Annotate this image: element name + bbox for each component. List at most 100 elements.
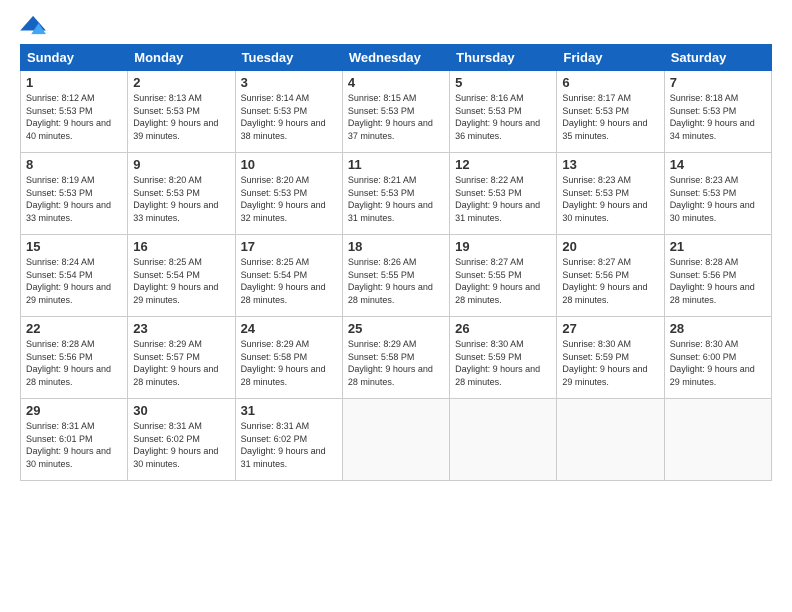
day-info: Sunrise: 8:26 AM Sunset: 5:55 PM Dayligh… <box>348 256 444 306</box>
calendar-cell: 1Sunrise: 8:12 AM Sunset: 5:53 PM Daylig… <box>21 71 128 153</box>
day-number: 29 <box>26 403 122 418</box>
weekday-header: Tuesday <box>235 45 342 71</box>
calendar-cell: 14 Sunrise: 8:23 AM Sunset: 5:53 PM Dayli… <box>664 153 771 235</box>
day-number: 8 <box>26 157 122 172</box>
day-info: Sunrise: 8:27 AM Sunset: 5:55 PM Dayligh… <box>455 256 551 306</box>
day-info: Sunrise: 8:20 AM Sunset: 5:53 PM Dayligh… <box>241 174 337 224</box>
day-info: Sunrise: 8:30 AM Sunset: 6:00 PM Dayligh… <box>670 338 766 388</box>
page: SundayMondayTuesdayWednesdayThursdayFrid… <box>0 0 792 491</box>
calendar-cell: 9 Sunrise: 8:20 AM Sunset: 5:53 PM Daylig… <box>128 153 235 235</box>
calendar-cell: 5Sunrise: 8:16 AM Sunset: 5:53 PM Daylig… <box>450 71 557 153</box>
day-info: Sunrise: 8:30 AM Sunset: 5:59 PM Dayligh… <box>562 338 658 388</box>
logo <box>20 16 52 38</box>
day-info: Sunrise: 8:20 AM Sunset: 5:53 PM Dayligh… <box>133 174 229 224</box>
day-number: 17 <box>241 239 337 254</box>
calendar-cell <box>342 399 449 481</box>
day-info: Sunrise: 8:17 AM Sunset: 5:53 PM Dayligh… <box>562 92 658 142</box>
day-number: 19 <box>455 239 551 254</box>
day-number: 22 <box>26 321 122 336</box>
day-info: Sunrise: 8:15 AM Sunset: 5:53 PM Dayligh… <box>348 92 444 142</box>
day-number: 13 <box>562 157 658 172</box>
day-number: 9 <box>133 157 229 172</box>
day-info: Sunrise: 8:24 AM Sunset: 5:54 PM Dayligh… <box>26 256 122 306</box>
day-number: 5 <box>455 75 551 90</box>
day-info: Sunrise: 8:31 AM Sunset: 6:02 PM Dayligh… <box>133 420 229 470</box>
weekday-header: Thursday <box>450 45 557 71</box>
calendar-cell: 13 Sunrise: 8:23 AM Sunset: 5:53 PM Dayli… <box>557 153 664 235</box>
calendar-cell: 17 Sunrise: 8:25 AM Sunset: 5:54 PM Dayli… <box>235 235 342 317</box>
calendar-cell: 24 Sunrise: 8:29 AM Sunset: 5:58 PM Dayli… <box>235 317 342 399</box>
day-info: Sunrise: 8:28 AM Sunset: 5:56 PM Dayligh… <box>26 338 122 388</box>
day-info: Sunrise: 8:19 AM Sunset: 5:53 PM Dayligh… <box>26 174 122 224</box>
day-number: 21 <box>670 239 766 254</box>
calendar-cell: 21 Sunrise: 8:28 AM Sunset: 5:56 PM Dayli… <box>664 235 771 317</box>
day-number: 4 <box>348 75 444 90</box>
day-info: Sunrise: 8:12 AM Sunset: 5:53 PM Dayligh… <box>26 92 122 142</box>
calendar-cell: 2 Sunrise: 8:13 AM Sunset: 5:53 PM Daylig… <box>128 71 235 153</box>
calendar-cell: 30 Sunrise: 8:31 AM Sunset: 6:02 PM Dayli… <box>128 399 235 481</box>
day-number: 16 <box>133 239 229 254</box>
day-number: 10 <box>241 157 337 172</box>
day-info: Sunrise: 8:23 AM Sunset: 5:53 PM Dayligh… <box>670 174 766 224</box>
day-info: Sunrise: 8:28 AM Sunset: 5:56 PM Dayligh… <box>670 256 766 306</box>
header-row: SundayMondayTuesdayWednesdayThursdayFrid… <box>21 45 772 71</box>
day-number: 3 <box>241 75 337 90</box>
day-info: Sunrise: 8:29 AM Sunset: 5:57 PM Dayligh… <box>133 338 229 388</box>
calendar-cell: 31Sunrise: 8:31 AM Sunset: 6:02 PM Dayli… <box>235 399 342 481</box>
calendar-week-row: 1Sunrise: 8:12 AM Sunset: 5:53 PM Daylig… <box>21 71 772 153</box>
day-info: Sunrise: 8:13 AM Sunset: 5:53 PM Dayligh… <box>133 92 229 142</box>
calendar-cell: 12Sunrise: 8:22 AM Sunset: 5:53 PM Dayli… <box>450 153 557 235</box>
logo-icon <box>20 14 48 36</box>
calendar-week-row: 15Sunrise: 8:24 AM Sunset: 5:54 PM Dayli… <box>21 235 772 317</box>
day-number: 7 <box>670 75 766 90</box>
day-info: Sunrise: 8:14 AM Sunset: 5:53 PM Dayligh… <box>241 92 337 142</box>
calendar-cell: 25 Sunrise: 8:29 AM Sunset: 5:58 PM Dayli… <box>342 317 449 399</box>
calendar-cell: 29 Sunrise: 8:31 AM Sunset: 6:01 PM Dayli… <box>21 399 128 481</box>
calendar-week-row: 29 Sunrise: 8:31 AM Sunset: 6:01 PM Dayli… <box>21 399 772 481</box>
calendar-cell: 10 Sunrise: 8:20 AM Sunset: 5:53 PM Dayli… <box>235 153 342 235</box>
calendar-cell: 11Sunrise: 8:21 AM Sunset: 5:53 PM Dayli… <box>342 153 449 235</box>
day-number: 24 <box>241 321 337 336</box>
day-number: 6 <box>562 75 658 90</box>
day-number: 23 <box>133 321 229 336</box>
calendar-cell <box>664 399 771 481</box>
day-number: 14 <box>670 157 766 172</box>
calendar-cell: 7Sunrise: 8:18 AM Sunset: 5:53 PM Daylig… <box>664 71 771 153</box>
calendar-cell: 3 Sunrise: 8:14 AM Sunset: 5:53 PM Daylig… <box>235 71 342 153</box>
day-info: Sunrise: 8:27 AM Sunset: 5:56 PM Dayligh… <box>562 256 658 306</box>
calendar-week-row: 8 Sunrise: 8:19 AM Sunset: 5:53 PM Daylig… <box>21 153 772 235</box>
day-info: Sunrise: 8:25 AM Sunset: 5:54 PM Dayligh… <box>133 256 229 306</box>
day-number: 11 <box>348 157 444 172</box>
calendar-cell: 6 Sunrise: 8:17 AM Sunset: 5:53 PM Daylig… <box>557 71 664 153</box>
day-number: 2 <box>133 75 229 90</box>
day-number: 20 <box>562 239 658 254</box>
day-number: 25 <box>348 321 444 336</box>
day-number: 28 <box>670 321 766 336</box>
calendar-cell: 16 Sunrise: 8:25 AM Sunset: 5:54 PM Dayli… <box>128 235 235 317</box>
weekday-header: Saturday <box>664 45 771 71</box>
calendar-cell: 28 Sunrise: 8:30 AM Sunset: 6:00 PM Dayli… <box>664 317 771 399</box>
day-number: 12 <box>455 157 551 172</box>
weekday-header: Sunday <box>21 45 128 71</box>
day-info: Sunrise: 8:29 AM Sunset: 5:58 PM Dayligh… <box>348 338 444 388</box>
calendar-cell: 27Sunrise: 8:30 AM Sunset: 5:59 PM Dayli… <box>557 317 664 399</box>
calendar-cell: 26Sunrise: 8:30 AM Sunset: 5:59 PM Dayli… <box>450 317 557 399</box>
day-info: Sunrise: 8:29 AM Sunset: 5:58 PM Dayligh… <box>241 338 337 388</box>
day-number: 30 <box>133 403 229 418</box>
weekday-header: Wednesday <box>342 45 449 71</box>
weekday-header: Monday <box>128 45 235 71</box>
calendar-cell: 19 Sunrise: 8:27 AM Sunset: 5:55 PM Dayli… <box>450 235 557 317</box>
calendar-cell: 15Sunrise: 8:24 AM Sunset: 5:54 PM Dayli… <box>21 235 128 317</box>
calendar-cell: 4 Sunrise: 8:15 AM Sunset: 5:53 PM Daylig… <box>342 71 449 153</box>
weekday-header: Friday <box>557 45 664 71</box>
calendar-cell: 20 Sunrise: 8:27 AM Sunset: 5:56 PM Dayli… <box>557 235 664 317</box>
calendar-cell <box>557 399 664 481</box>
calendar-cell: 18Sunrise: 8:26 AM Sunset: 5:55 PM Dayli… <box>342 235 449 317</box>
day-info: Sunrise: 8:25 AM Sunset: 5:54 PM Dayligh… <box>241 256 337 306</box>
calendar-cell: 22 Sunrise: 8:28 AM Sunset: 5:56 PM Dayli… <box>21 317 128 399</box>
day-info: Sunrise: 8:30 AM Sunset: 5:59 PM Dayligh… <box>455 338 551 388</box>
day-number: 31 <box>241 403 337 418</box>
day-info: Sunrise: 8:31 AM Sunset: 6:01 PM Dayligh… <box>26 420 122 470</box>
calendar-cell: 23 Sunrise: 8:29 AM Sunset: 5:57 PM Dayli… <box>128 317 235 399</box>
day-info: Sunrise: 8:23 AM Sunset: 5:53 PM Dayligh… <box>562 174 658 224</box>
